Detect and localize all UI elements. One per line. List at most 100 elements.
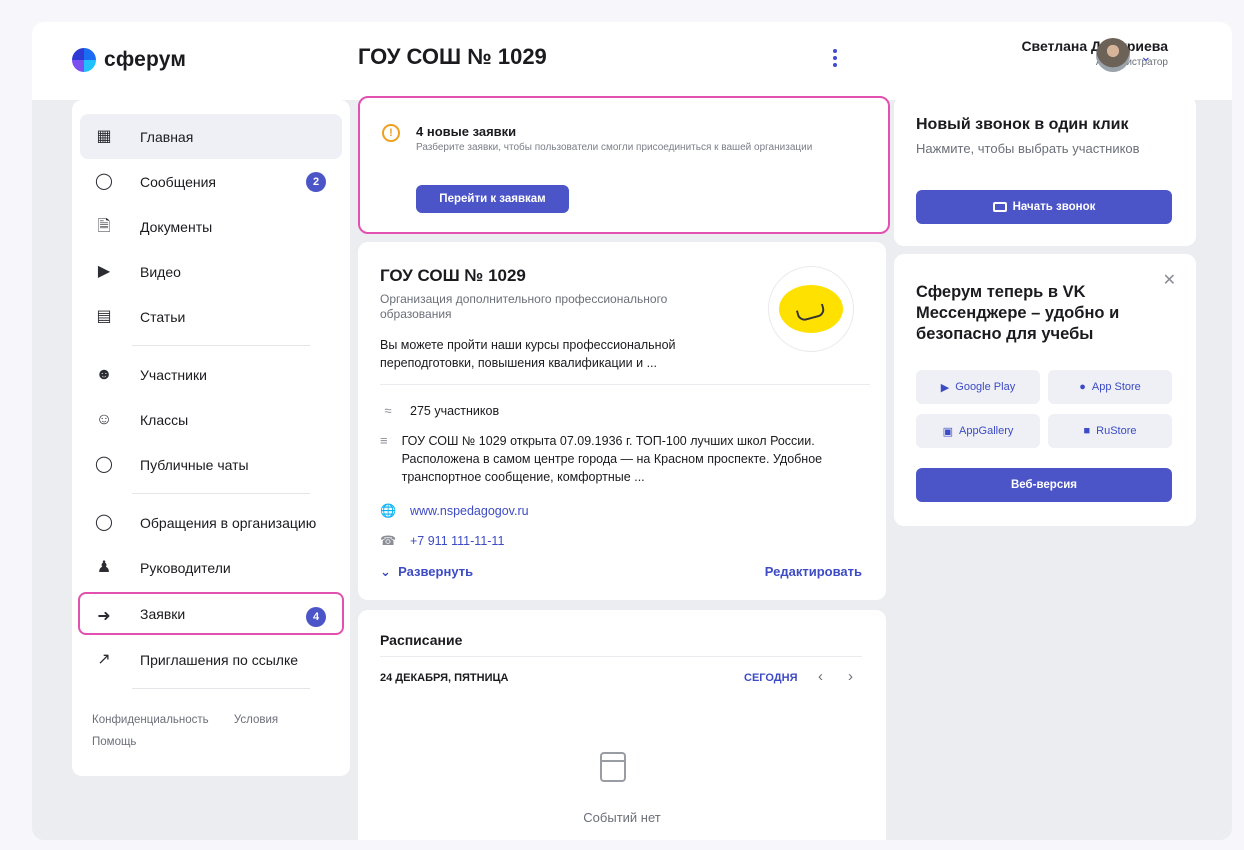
lines-icon: ≡ (380, 433, 388, 448)
page-title: ГОУ СОШ № 1029 (358, 44, 547, 69)
edit-button[interactable]: Редактировать (765, 564, 862, 579)
sidebar-item-managers[interactable]: ♟ Руководители (80, 545, 342, 590)
app-gallery-label: AppGallery (958, 425, 1014, 437)
organization-about: ГОУ СОШ № 1029 открыта 07.09.1936 г. ТОП… (401, 434, 823, 484)
chevron-down-icon: ⌄ (380, 564, 399, 579)
sidebar-divider (132, 493, 310, 494)
rustore-label: RuStore (1096, 425, 1137, 437)
warning-icon: ! (382, 124, 400, 142)
about-row: ≡ ГОУ СОШ № 1029 открыта 07.09.1936 г. Т… (380, 432, 840, 486)
organization-text: Вы можете пройти наши курсы профессионал… (380, 338, 676, 370)
messages-badge: 2 (306, 172, 326, 192)
sidebar-item-label: Видео (140, 263, 181, 280)
avatar[interactable] (1096, 38, 1130, 72)
phone-icon: ☎ (380, 533, 397, 548)
chevron-down-icon[interactable]: ⌄ (1140, 48, 1152, 65)
public-chat-icon: ◯ (95, 456, 113, 473)
web-version-button[interactable]: Веб-версия (916, 468, 1172, 502)
privacy-link[interactable]: Конфиденциальность (92, 714, 209, 726)
sidebar-item-public-chats[interactable]: ◯ Публичные чаты (80, 442, 342, 487)
app-window: сферум ГОУ СОШ № 1029 Светлана Дмитриева… (32, 22, 1232, 840)
google-play-button[interactable]: ▶ Google Play (916, 370, 1040, 404)
sidebar-item-label: Главная (140, 128, 194, 145)
organization-emblem-icon (779, 285, 843, 333)
new-call-card: Новый звонок в один клик Нажмите, чтобы … (894, 96, 1196, 246)
chevron-left-icon[interactable]: ‹ (818, 668, 823, 685)
sidebar-item-label: Статьи (140, 308, 186, 325)
sidebar-footer: Конфиденциальность Условия Помощь (72, 695, 350, 753)
brand-logo[interactable]: сферум (72, 48, 186, 72)
sidebar-item-appeals[interactable]: ◯ Обращения в организацию (80, 500, 342, 545)
website-row: 🌐 www.nspedagogov.ru (380, 502, 529, 520)
organization-card: ГОУ СОШ № 1029 Организация дополнительно… (358, 242, 886, 600)
divider (380, 384, 870, 385)
sidebar-item-invite-links[interactable]: ↗ Приглашения по ссылке (80, 637, 342, 682)
schedule-card: Расписание 24 ДЕКАБРЯ, ПЯТНИЦА СЕГОДНЯ ‹… (358, 610, 886, 840)
sidebar-item-label: Публичные чаты (140, 456, 249, 473)
expand-button[interactable]: ⌄ Развернуть (380, 564, 473, 580)
chevron-right-icon[interactable]: › (848, 668, 853, 685)
app-gallery-button[interactable]: ▣ AppGallery (916, 414, 1040, 448)
sidebar-item-video[interactable]: ▶ Видео (80, 249, 342, 294)
app-store-button[interactable]: ● App Store (1048, 370, 1172, 404)
organization-name: ГОУ СОШ № 1029 (380, 266, 526, 285)
members-row: ≈ 275 участников (380, 402, 499, 420)
terms-link[interactable]: Условия (234, 714, 278, 726)
expand-label: Развернуть (398, 564, 474, 579)
sidebar-item-messages[interactable]: ◯ Сообщения 2 (80, 159, 342, 204)
sidebar-item-articles[interactable]: ▤ Статьи (80, 294, 342, 339)
help-link[interactable]: Помощь (92, 736, 136, 748)
requests-badge: 4 (306, 607, 326, 627)
schedule-title: Расписание (380, 632, 463, 648)
call-title: Новый звонок в один клик (916, 116, 1129, 133)
sidebar-item-label: Приглашения по ссылке (140, 651, 299, 668)
article-icon: ▤ (96, 308, 112, 325)
today-button[interactable]: СЕГОДНЯ (744, 672, 797, 684)
sidebar-item-label: Сообщения (140, 173, 216, 190)
start-call-button[interactable]: Начать звонок (916, 190, 1172, 224)
person-arrow-icon: ➜ (97, 608, 111, 625)
rustore-button[interactable]: ■ RuStore (1048, 414, 1172, 448)
brand-name: сферум (104, 48, 187, 71)
sferum-logo-icon (72, 48, 96, 72)
requests-description: Разберите заявки, чтобы пользователи смо… (416, 142, 813, 153)
sidebar-item-documents[interactable]: 🗎 Документы (80, 204, 342, 249)
website-link[interactable]: www.nspedagogov.ru (410, 502, 529, 520)
members-count: 275 участников (410, 404, 500, 418)
sidebar-item-label: Заявки (140, 605, 186, 622)
sidebar-item-label: Обращения в организацию (140, 514, 317, 531)
phone-link[interactable]: +7 911 111-11-11 (410, 532, 504, 550)
people-icon: ☻ (95, 366, 113, 383)
call-description: Нажмите, чтобы выбрать участников (916, 141, 1140, 156)
app-gallery-icon: ▣ (942, 425, 953, 438)
promo-title: Сферум теперь в VK Мессенджере – удобно … (916, 283, 1120, 343)
chat-icon: ◯ (95, 514, 113, 531)
start-call-label: Начать звонок (1012, 201, 1096, 213)
sidebar-item-label: Руководители (140, 559, 231, 576)
apple-icon: ● (1079, 381, 1086, 393)
organization-type: Организация дополнительного профессионал… (380, 292, 668, 321)
chat-icon: ◯ (95, 173, 113, 190)
sidebar-item-members[interactable]: ☻ Участники (80, 352, 342, 397)
requests-notice: ! 4 новые заявки Разберите заявки, чтобы… (358, 96, 890, 234)
sidebar-item-requests[interactable]: ➜ Заявки 4 (78, 592, 344, 635)
camera-icon (992, 202, 1007, 212)
go-to-requests-button[interactable]: Перейти к заявкам (416, 185, 569, 213)
rustore-icon: ■ (1083, 425, 1091, 437)
divider (380, 656, 862, 657)
sidebar-item-home[interactable]: ▦ Главная (80, 114, 342, 159)
rss-icon: ≈ (384, 403, 392, 418)
google-play-label: Google Play (955, 381, 1016, 393)
calendar-icon (600, 752, 626, 782)
grid-icon: ▦ (96, 128, 112, 145)
sidebar-item-label: Участники (140, 366, 207, 383)
sidebar-item-label: Документы (140, 218, 213, 235)
person-icon: ♟ (96, 559, 112, 576)
phone-row: ☎ +7 911 111-11-11 (380, 532, 504, 550)
arrow-circle-icon: ↗ (97, 651, 111, 668)
sidebar-divider (132, 345, 310, 346)
sidebar: ▦ Главная ◯ Сообщения 2 🗎 Документы ▶ Ви… (72, 100, 350, 776)
more-menu-icon[interactable] (827, 46, 843, 70)
sidebar-item-classes[interactable]: ☺ Классы (80, 397, 342, 442)
empty-state-text: Событий нет (583, 810, 661, 825)
